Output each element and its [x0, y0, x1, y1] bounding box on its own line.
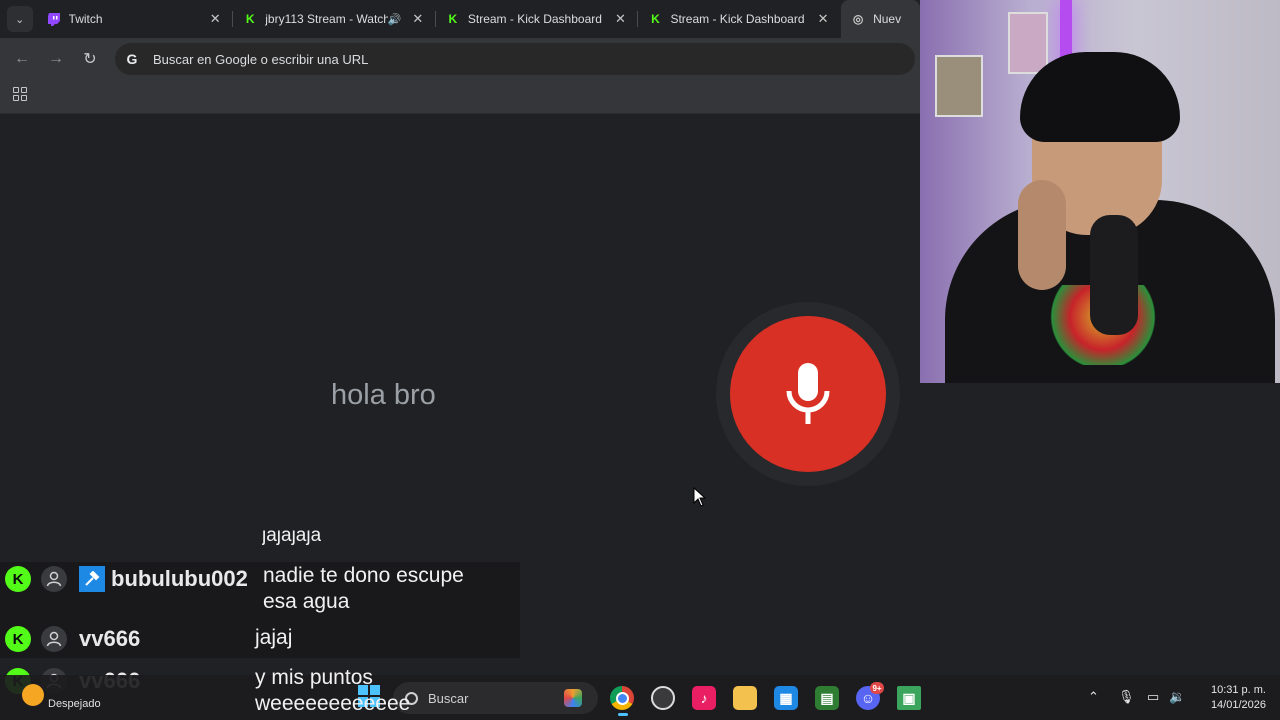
browser-toolbar: ← → ↻ G Buscar en Google o escribir una … — [0, 38, 920, 80]
chat-text-line: y mis puntos — [255, 666, 373, 689]
kick-badge-icon: K — [5, 626, 31, 652]
chrome-taskbar-icon[interactable] — [610, 686, 634, 710]
streamer-hair — [1020, 52, 1180, 142]
kick-icon: K — [651, 12, 660, 26]
wall-poster — [1008, 12, 1048, 74]
twitch-icon — [47, 12, 61, 26]
chat-partial-message: jajajaja — [262, 530, 322, 546]
clock-time: 10:31 p. m. — [1210, 684, 1266, 696]
chevron-down-icon: ⌄ — [15, 13, 25, 26]
tab-twitch[interactable]: Twitch ✕ — [37, 0, 234, 38]
speaker-icon[interactable]: 🔊 — [388, 13, 404, 26]
chat-text: nadie te dono escupe esa agua — [263, 563, 464, 615]
network-icon[interactable]: ▭ — [1147, 689, 1159, 705]
chrome-icon: ◎ — [852, 12, 864, 26]
hammer-badge-icon — [79, 566, 105, 592]
close-icon[interactable]: ✕ — [815, 11, 831, 27]
search-highlight-icon — [564, 689, 582, 707]
close-icon[interactable]: ✕ — [410, 11, 426, 27]
google-icon: G — [126, 51, 138, 67]
tab-kick-watch[interactable]: K jbry113 Stream - Watch 🔊 ✕ — [233, 0, 436, 38]
chat-username[interactable]: bubulubu002 — [111, 566, 263, 592]
obs-taskbar-icon[interactable] — [651, 686, 675, 710]
reload-button[interactable]: ↻ — [73, 42, 107, 76]
chat-text-line: weeeeeeeeeeee — [255, 692, 411, 715]
tab-title: Stream - Kick Dashboard — [467, 12, 602, 26]
taskbar-search[interactable]: Buscar — [393, 682, 598, 714]
kick-badge-icon: K — [5, 566, 31, 592]
chat-message: K vv666 jajaj — [0, 622, 520, 658]
kick-icon: K — [448, 12, 458, 26]
forward-button[interactable]: → — [39, 42, 73, 76]
tab-strip: ⌄ Twitch ✕ K jbry113 Stream - Watch 🔊 ✕ … — [0, 0, 920, 38]
chat-text: y mis puntos weeeeeeeeeeee — [255, 665, 410, 717]
apps-grid-icon[interactable] — [13, 87, 27, 101]
chat-text: jajaj — [255, 626, 293, 649]
volume-icon[interactable]: 🔉 — [1169, 689, 1185, 705]
clock-date: 14/01/2026 — [1210, 699, 1266, 711]
tab-title: jbry113 Stream - Watch — [265, 12, 388, 26]
tab-kick-dashboard-1[interactable]: K Stream - Kick Dashboard ✕ — [436, 0, 639, 38]
address-placeholder: Buscar en Google o escribir una URL — [153, 51, 369, 67]
tray-chevron-up-icon[interactable]: ⌃ — [1088, 689, 1099, 705]
tab-search-button[interactable]: ⌄ — [7, 6, 33, 32]
screen: ⌄ Twitch ✕ K jbry113 Stream - Watch 🔊 ✕ … — [0, 0, 1280, 720]
active-indicator — [618, 713, 628, 716]
chat-message: K bubulubu002 nadie te dono escupe esa a… — [0, 562, 520, 622]
mouse-cursor-icon — [693, 487, 707, 507]
arrow-right-icon: → — [48, 50, 64, 67]
back-button[interactable]: ← — [5, 42, 39, 76]
webcam-feed — [920, 0, 1280, 383]
empty-area — [920, 383, 1280, 683]
microphone-tray-icon[interactable]: 🎙 — [1118, 689, 1135, 705]
wall-poster — [935, 55, 983, 117]
voice-transcript: hola bro — [331, 379, 436, 411]
app-taskbar-icon[interactable]: ▤ — [815, 686, 839, 710]
folder-taskbar-icon[interactable] — [733, 686, 757, 710]
tab-title: Stream - Kick Dashboard — [670, 12, 805, 26]
tab-title: Twitch — [68, 12, 103, 26]
close-icon[interactable]: ✕ — [612, 11, 628, 27]
kick-icon: K — [245, 12, 255, 26]
store-taskbar-icon[interactable]: ▦ — [774, 686, 798, 710]
taskbar-search-label: Buscar — [428, 690, 469, 706]
tab-new-tab[interactable]: ◎ Nuev — [841, 0, 920, 38]
tab-title: Nuev — [873, 12, 902, 26]
chat-username[interactable]: vv666 — [79, 626, 255, 652]
weather-label[interactable]: Despejado — [48, 698, 101, 710]
weather-sun-icon — [22, 684, 44, 706]
chat-text-line: nadie te dono escupe — [263, 564, 464, 587]
close-icon[interactable]: ✕ — [207, 11, 223, 27]
tab-kick-dashboard-2[interactable]: K Stream - Kick Dashboard ✕ — [638, 0, 841, 38]
taskbar-clock[interactable]: 10:31 p. m. 14/01/2026 — [1196, 683, 1266, 713]
tiktok-taskbar-icon[interactable]: ♪ — [692, 686, 716, 710]
streamer-hand — [1018, 180, 1066, 290]
microphone-icon — [786, 363, 830, 424]
arrow-left-icon: ← — [14, 50, 30, 67]
address-bar[interactable]: G Buscar en Google o escribir una URL — [115, 43, 915, 75]
discord-badge: 9+ — [870, 682, 884, 694]
minecraft-taskbar-icon[interactable]: ▣ — [897, 686, 921, 710]
user-icon — [41, 566, 67, 592]
voice-mic-button[interactable] — [730, 316, 886, 472]
reload-icon: ↻ — [83, 51, 97, 68]
streaming-microphone — [1090, 215, 1138, 335]
user-icon — [41, 626, 67, 652]
bookmarks-bar — [0, 80, 920, 114]
chat-text-line: esa agua — [263, 590, 350, 613]
